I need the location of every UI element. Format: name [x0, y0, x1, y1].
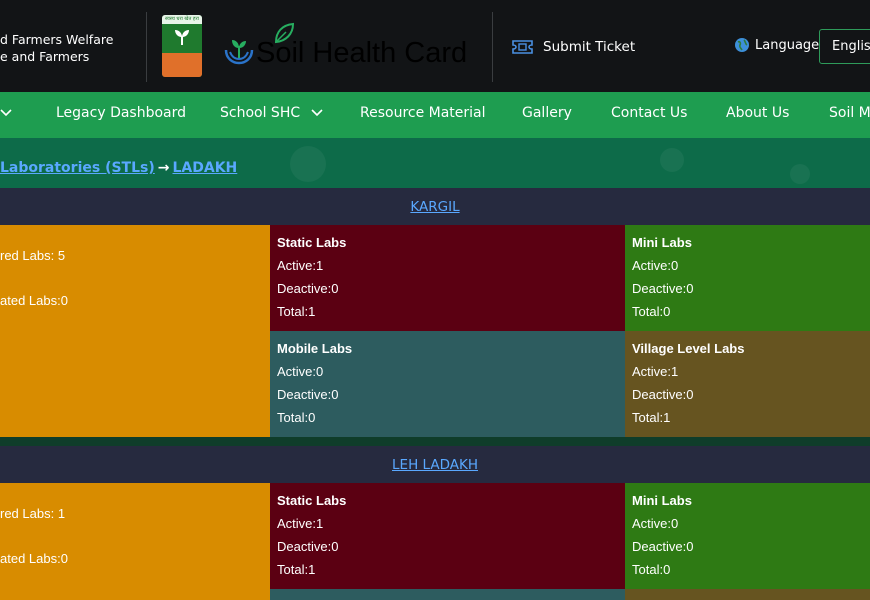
nav-item-legacy-dashboard[interactable]: Legacy Dashboard — [56, 105, 186, 121]
registered-labs-count: red Labs: 5 — [0, 248, 66, 263]
header-divider — [492, 12, 493, 82]
chevron-down-icon — [0, 109, 12, 117]
lab-card-mobile: Mobile Labs Active:0 Deactive:0 Total:0 — [270, 331, 625, 437]
district-summary-leh-ladakh: red Labs: 1 ated Labs:0 — [0, 483, 270, 600]
lab-card-mini: Mini Labs Active:0 Deactive:0 Total:0 — [625, 225, 870, 331]
lab-card-static: Static Labs Active:1 Deactive:0 Total:1 — [270, 483, 625, 589]
district-summary-kargil: red Labs: 5 ated Labs:0 — [0, 225, 270, 437]
lab-card-static: Static Labs Active:1 Deactive:0 Total:1 — [270, 225, 625, 331]
lab-card-village-partial — [625, 589, 870, 600]
lab-card-mini: Mini Labs Active:0 Deactive:0 Total:0 — [625, 483, 870, 589]
ministry-name: d Farmers Welfare e and Farmers — [0, 32, 114, 64]
deactivated-labs-count: ated Labs:0 — [0, 551, 68, 566]
nav-item-school-shc[interactable]: School SHC — [220, 105, 323, 121]
chevron-down-icon — [311, 109, 323, 117]
district-header-kargil: KARGIL — [0, 188, 870, 226]
breadcrumb-arrow-icon: → — [157, 160, 170, 176]
header-divider — [146, 12, 147, 82]
lab-card-mobile-partial — [270, 589, 625, 600]
language-label[interactable]: Language — [734, 37, 819, 53]
breadcrumb-link-ladakh[interactable]: LADAKH — [173, 160, 238, 176]
nav-item-contact-us[interactable]: Contact Us — [611, 105, 687, 121]
brand-title: Soil Health Card — [256, 37, 468, 69]
breadcrumb: Laboratories (STLs) → LADAKH — [0, 138, 870, 188]
main-navbar: Legacy Dashboard School SHC Resource Mat… — [0, 92, 870, 138]
nav-item-soil[interactable]: Soil M — [829, 105, 870, 121]
language-select[interactable]: English — [819, 29, 870, 64]
district-link-kargil[interactable]: KARGIL — [410, 199, 459, 215]
submit-ticket-button[interactable]: Submit Ticket — [512, 36, 635, 58]
shc-emblem-logo[interactable]: स्वस्थ धरा खेत हरा — [162, 15, 202, 77]
nav-item-about-us[interactable]: About Us — [726, 105, 789, 121]
breadcrumb-link-laboratories[interactable]: Laboratories (STLs) — [0, 160, 155, 176]
nav-item-resource-material[interactable]: Resource Material — [360, 105, 486, 121]
nav-item-home-dropdown[interactable] — [0, 105, 12, 121]
nav-item-gallery[interactable]: Gallery — [522, 105, 572, 121]
hands-plant-icon — [224, 40, 254, 65]
globe-icon — [735, 38, 749, 52]
district-link-leh-ladakh[interactable]: LEH LADAKH — [392, 457, 478, 473]
lab-card-village-level: Village Level Labs Active:1 Deactive:0 T… — [625, 331, 870, 437]
registered-labs-count: red Labs: 1 — [0, 506, 66, 521]
ticket-icon — [512, 40, 533, 54]
district-header-leh-ladakh: LEH LADAKH — [0, 446, 870, 484]
site-header: d Farmers Welfare e and Farmers स्वस्थ ध… — [0, 0, 870, 92]
deactivated-labs-count: ated Labs:0 — [0, 293, 68, 308]
seedling-icon — [175, 30, 189, 45]
